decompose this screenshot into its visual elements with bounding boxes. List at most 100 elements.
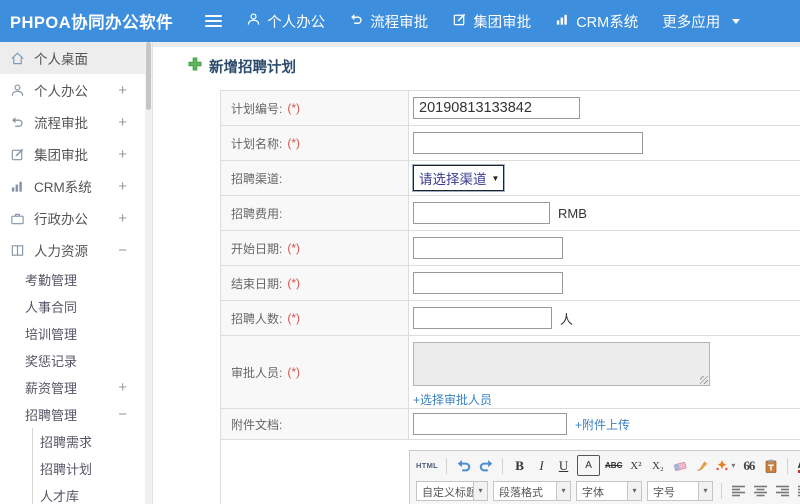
sidebar-item-hr-contract[interactable]: 人事合同 [0,293,145,320]
topbar: PHPOA协同办公软件 个人办公 流程审批 集团审批 CRM系统 更多应用 [0,0,800,42]
bar-chart-icon [10,179,25,194]
custom-title-dropdown[interactable]: 自定义标题 ▾ [416,480,488,501]
char-border-button[interactable]: A [577,455,601,476]
start-date-input[interactable] [413,237,563,259]
autotypeset-icon[interactable]: ▾ [715,456,735,475]
app-logo: PHPOA协同办公软件 [10,14,174,32]
sidebar-scrollbar[interactable] [145,42,153,504]
resize-grip-icon[interactable] [700,376,708,384]
field-label: 审批人员: [231,365,283,380]
superscript-button[interactable]: X² [627,456,644,475]
hamburger-menu-icon[interactable] [205,12,223,30]
field-label: 开始日期: [231,241,283,256]
briefcase-icon [10,211,25,226]
topnav-group-approval[interactable]: 集团审批 [452,11,531,32]
cost-input[interactable] [413,202,550,224]
end-date-input[interactable] [413,272,563,294]
sidebar-item-workflow[interactable]: 流程审批 + [0,106,145,138]
dropdown-label: 段落格式 [499,486,543,499]
sidebar-item-group-approval[interactable]: 集团审批 + [0,138,145,170]
align-right-icon[interactable] [774,481,791,500]
sidebar-item-label: 行政办公 [34,212,88,227]
font-family-dropdown[interactable]: 字体 ▾ [576,480,642,501]
topnav-label: 流程审批 [370,14,429,31]
headcount-input[interactable] [413,307,552,329]
cost-unit: RMB [558,205,587,221]
workflow-icon [349,12,364,31]
dropdown-caret-icon: ▾ [698,481,712,500]
font-size-dropdown[interactable]: 字号 ▾ [647,480,713,501]
attachment-upload-link[interactable]: +附件上传 [575,416,630,433]
book-icon [10,243,25,258]
topnav-more-apps[interactable]: 更多应用 [662,11,741,32]
subscript-button[interactable]: X₂ [649,456,666,475]
add-plus-icon [188,57,202,76]
sidebar-item-label: CRM系统 [34,180,92,195]
select-approver-link[interactable]: +选择审批人员 [413,391,492,408]
sidebar-item-attendance[interactable]: 考勤管理 [0,266,145,293]
page-title: 新增招聘计划 [188,56,800,77]
dropdown-caret-icon: ▾ [731,461,736,470]
format-brush-icon[interactable] [693,456,710,475]
sidebar: 个人桌面 个人办公 + 流程审批 + 集团审批 + CRM系统 + 行政办公 +… [0,42,145,504]
sidebar-item-talent-pool[interactable]: 人才库 [33,482,145,504]
plan-no-input[interactable] [413,97,580,119]
expand-icon[interactable]: + [118,82,127,99]
redo-button[interactable] [477,456,494,475]
collapse-icon[interactable]: − [118,242,127,259]
italic-button[interactable]: I [533,456,550,475]
strikethrough-button[interactable]: ABC [605,456,622,475]
field-label: 招聘费用: [231,206,283,221]
sidebar-item-training[interactable]: 培训管理 [0,320,145,347]
field-label: 计划编号: [231,101,283,116]
expand-icon[interactable]: + [118,146,127,163]
undo-button[interactable] [455,456,472,475]
sidebar-item-label: 招聘计划 [40,462,93,477]
expand-icon[interactable]: + [118,379,127,396]
topnav-label: 集团审批 [473,14,532,31]
paragraph-format-dropdown[interactable]: 段落格式 ▾ [493,480,571,501]
bold-button[interactable]: B [511,456,528,475]
font-color-button[interactable]: A▾ [796,456,800,475]
sidebar-item-label: 人力资源 [34,244,88,259]
scrollbar-thumb[interactable] [146,42,151,110]
sidebar-item-salary[interactable]: 薪资管理 + [0,374,145,401]
blockquote-button[interactable]: 66 [740,456,757,475]
sidebar-item-recruit-mgmt[interactable]: 招聘管理 − [0,401,145,428]
approver-textarea[interactable] [413,342,710,386]
dropdown-caret-icon: ▾ [627,481,641,500]
sidebar-item-rewards[interactable]: 奖惩记录 [0,347,145,374]
sidebar-item-recruit-plan[interactable]: 招聘计划 [33,455,145,482]
sidebar-item-admin-office[interactable]: 行政办公 + [0,202,145,234]
underline-button[interactable]: U [555,456,572,475]
channel-select-value: 请选择渠道 [419,172,487,187]
collapse-icon[interactable]: − [118,406,127,423]
eraser-icon[interactable] [671,456,688,475]
sidebar-item-hr[interactable]: 人力资源 − [0,234,145,266]
form-row-start-date: 开始日期: (*) [221,231,800,266]
attachment-input[interactable] [413,413,567,435]
topnav-crm[interactable]: CRM系统 [555,11,638,32]
topnav-workflow-approval[interactable]: 流程审批 [349,11,428,32]
sidebar-item-personal-office[interactable]: 个人办公 + [0,74,145,106]
channel-select[interactable]: 请选择渠道 ▼ [413,165,505,191]
expand-icon[interactable]: + [118,210,127,227]
required-mark: (*) [287,241,301,255]
expand-icon[interactable]: + [118,178,127,195]
dropdown-caret-icon: ▾ [556,481,570,500]
align-center-icon[interactable] [752,481,769,500]
html-source-button[interactable]: HTML [416,456,438,475]
align-justify-icon[interactable] [796,481,800,500]
paste-icon[interactable] [762,456,779,475]
form-row-end-date: 结束日期: (*) [221,266,800,301]
topnav-personal-office[interactable]: 个人办公 [246,11,325,32]
field-label: 结束日期: [231,276,283,291]
sidebar-item-recruit-demand[interactable]: 招聘需求 [33,428,145,455]
sidebar-item-label: 人事合同 [25,300,78,315]
align-left-icon[interactable] [730,481,747,500]
sidebar-item-desktop[interactable]: 个人桌面 [0,42,145,74]
sidebar-item-crm[interactable]: CRM系统 + [0,170,145,202]
sidebar-item-label: 个人办公 [34,84,88,99]
expand-icon[interactable]: + [118,114,127,131]
plan-name-input[interactable] [413,132,643,154]
